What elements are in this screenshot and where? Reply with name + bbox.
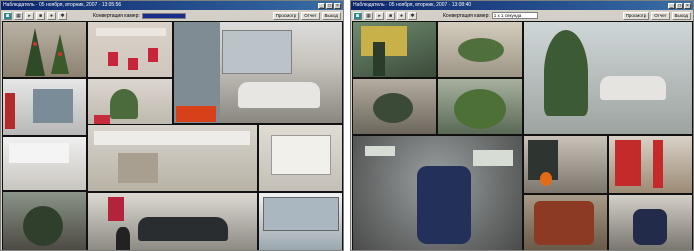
- exit-button[interactable]: Выход: [671, 11, 691, 20]
- record-icon[interactable]: ●: [397, 11, 406, 20]
- camera-tile[interactable]: [608, 135, 693, 194]
- maximize-icon[interactable]: □: [676, 2, 683, 9]
- grid-icon[interactable]: ▦: [364, 11, 373, 20]
- camera-tile[interactable]: [2, 191, 87, 250]
- grid-icon[interactable]: ▦: [14, 11, 23, 20]
- view-mode-label: Конвертация камер:: [443, 12, 490, 19]
- settings-icon[interactable]: ✱: [408, 11, 417, 20]
- exit-button[interactable]: Выход: [321, 11, 341, 20]
- toolbar: ◙ ▦ ▸ ■ ● ✱ Конвертация камер: 1 х 1 сек…: [351, 10, 693, 21]
- camera-tile[interactable]: [87, 21, 173, 78]
- camera-tile[interactable]: [437, 78, 523, 135]
- camera-tile[interactable]: [2, 21, 87, 78]
- camera-tile[interactable]: [523, 21, 693, 135]
- view-mode-label: Конвертация камер:: [93, 12, 140, 19]
- play-icon[interactable]: ▸: [375, 11, 384, 20]
- close-icon[interactable]: ×: [334, 2, 341, 9]
- camera-tile[interactable]: [2, 78, 87, 136]
- monitor-window-left: Наблюдатель · 05 ноября, вторник, 2007 ·…: [0, 0, 344, 251]
- toolbar: ◙ ▦ ▸ ■ ● ✱ Конвертация камер: Просмотр …: [1, 10, 343, 21]
- titlebar: Наблюдатель · 05 ноября, вторник, 2007 ·…: [1, 1, 343, 10]
- find-button[interactable]: Просмотр: [272, 11, 300, 20]
- camera-tile[interactable]: [523, 135, 608, 194]
- camera-tile[interactable]: [258, 124, 343, 192]
- minimize-icon[interactable]: _: [318, 2, 325, 9]
- view-mode-select[interactable]: 1 х 1 секунда: [491, 12, 538, 19]
- find-button[interactable]: Просмотр: [622, 11, 650, 20]
- minimize-icon[interactable]: _: [668, 2, 675, 9]
- report-button[interactable]: Отчет: [651, 11, 670, 20]
- camera-tile[interactable]: [87, 124, 258, 192]
- camera-grid: [2, 21, 343, 250]
- camera-tile[interactable]: [437, 21, 523, 78]
- play-icon[interactable]: ▸: [25, 11, 34, 20]
- window-title: Наблюдатель · 05 ноября, вторник, 2007 ·…: [353, 2, 472, 8]
- camera-grid: [352, 21, 693, 250]
- maximize-icon[interactable]: □: [326, 2, 333, 9]
- camera-tile[interactable]: [608, 194, 693, 250]
- camera-tile[interactable]: [258, 192, 343, 250]
- camera-icon[interactable]: ◙: [3, 11, 12, 20]
- camera-tile[interactable]: [352, 21, 437, 78]
- camera-tile[interactable]: [2, 136, 87, 191]
- monitor-window-right: Наблюдатель · 05 ноября, вторник, 2007 ·…: [350, 0, 694, 251]
- record-icon[interactable]: ●: [47, 11, 56, 20]
- stop-icon[interactable]: ■: [386, 11, 395, 20]
- window-title: Наблюдатель · 05 ноября, вторник, 2007 ·…: [3, 2, 122, 8]
- stop-icon[interactable]: ■: [36, 11, 45, 20]
- camera-tile[interactable]: [87, 192, 258, 250]
- camera-tile[interactable]: [523, 194, 608, 250]
- progress-bar: [141, 12, 186, 19]
- close-icon[interactable]: ×: [684, 2, 691, 9]
- camera-tile[interactable]: [352, 78, 437, 135]
- report-button[interactable]: Отчет: [301, 11, 320, 20]
- titlebar: Наблюдатель · 05 ноября, вторник, 2007 ·…: [351, 1, 693, 10]
- camera-icon[interactable]: ◙: [353, 11, 362, 20]
- settings-icon[interactable]: ✱: [58, 11, 67, 20]
- camera-tile[interactable]: [352, 135, 523, 250]
- camera-tile[interactable]: [173, 21, 343, 124]
